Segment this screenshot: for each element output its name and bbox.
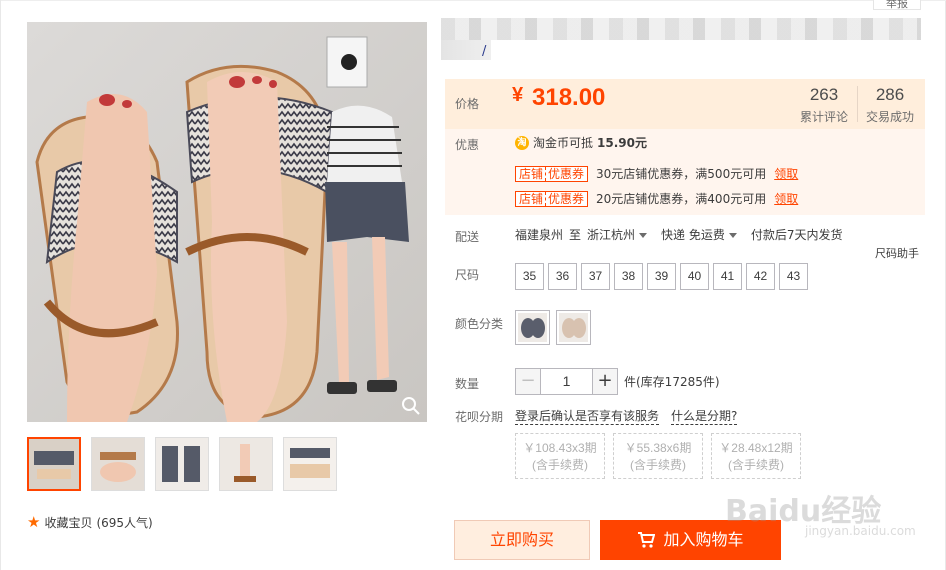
taojinbi-icon: 淘 bbox=[515, 135, 529, 150]
what-is-installment-link[interactable]: 什么是分期? bbox=[671, 407, 738, 425]
chevron-down-icon bbox=[728, 233, 737, 238]
delivery-row: 福建泉州 至 浙江杭州 快递 免运费 付款后7天内发货 bbox=[515, 226, 843, 243]
thumbnail-5[interactable] bbox=[283, 437, 337, 491]
installment-amount: ￥108.43x3期 bbox=[523, 441, 597, 455]
installment-plan[interactable]: ￥108.43x3期 (含手续费) bbox=[515, 433, 605, 479]
coin-amount: 15.90元 bbox=[597, 136, 647, 150]
coupon-row-2: 店铺 优惠券 20元店铺优惠券，满400元可用 领取 bbox=[515, 190, 798, 207]
buy-now-button[interactable]: 立即购买 bbox=[454, 520, 590, 560]
sales-label: 交易成功 bbox=[865, 110, 914, 124]
installment-plan[interactable]: ￥28.48x12期 (含手续费) bbox=[711, 433, 801, 479]
sales-stat: 286 交易成功 bbox=[863, 85, 917, 125]
thumbnail-1[interactable] bbox=[27, 437, 81, 491]
thumbnail-3[interactable] bbox=[155, 437, 209, 491]
title-fragment: / bbox=[482, 44, 487, 59]
size-label: 尺码 bbox=[455, 268, 480, 282]
coupon-text: 20元店铺优惠券，满400元可用 bbox=[596, 192, 767, 206]
ship-method: 快递 免运费 bbox=[661, 228, 725, 242]
favorite-link[interactable]: ★ 收藏宝贝 (695人气) bbox=[27, 513, 153, 531]
size-option[interactable]: 41 bbox=[713, 263, 742, 290]
main-product-image[interactable] bbox=[27, 22, 427, 422]
currency-symbol: ¥ bbox=[512, 84, 524, 106]
size-option[interactable]: 37 bbox=[581, 263, 610, 290]
thumbnail-4[interactable] bbox=[219, 437, 273, 491]
huabei-label: 花呗分期 bbox=[455, 410, 504, 424]
reviews-label: 累计评论 bbox=[799, 110, 848, 124]
ship-method-select[interactable]: 快递 免运费 bbox=[661, 226, 737, 243]
installment-plan[interactable]: ￥55.38x6期 (含手续费) bbox=[613, 433, 703, 479]
ship-to: 浙江杭州 bbox=[587, 228, 636, 242]
coupon-tag-coupon: 优惠券 bbox=[548, 166, 585, 181]
chevron-down-icon bbox=[639, 233, 648, 238]
size-option[interactable]: 39 bbox=[647, 263, 676, 290]
installment-amount: ￥55.38x6期 bbox=[624, 441, 692, 455]
increase-button[interactable]: + bbox=[592, 368, 618, 395]
top-divider bbox=[1, 0, 946, 1]
coupon-tag-shop: 店铺 bbox=[519, 191, 544, 206]
color-option-dark[interactable] bbox=[515, 310, 550, 345]
star-icon: ★ bbox=[27, 513, 41, 531]
installment-fee: (含手续费) bbox=[532, 458, 588, 472]
size-option[interactable]: 42 bbox=[746, 263, 775, 290]
size-option[interactable]: 38 bbox=[614, 263, 643, 290]
coupon-tag: 店铺 优惠券 bbox=[515, 165, 589, 182]
huabei-info: 登录后确认是否享有该服务 什么是分期? bbox=[515, 407, 738, 425]
coin-text: 淘金币可抵 bbox=[533, 136, 594, 150]
size-helper-link[interactable]: 尺码助手 bbox=[875, 245, 919, 261]
quantity-input[interactable]: 1 bbox=[541, 368, 592, 395]
size-option[interactable]: 36 bbox=[548, 263, 577, 290]
color-label: 颜色分类 bbox=[455, 317, 504, 331]
product-page: 举报 ★ 收藏宝贝 (695人气) / 价格 ¥ 318.00 263 累计评论… bbox=[0, 0, 946, 570]
installment-fee: (含手续费) bbox=[728, 458, 784, 472]
claim-coupon-link[interactable]: 领取 bbox=[774, 165, 798, 182]
ship-to-select[interactable]: 浙江杭州 bbox=[587, 226, 648, 243]
zoom-icon[interactable] bbox=[401, 396, 421, 416]
product-title-blurred bbox=[441, 18, 921, 40]
stock-info: 件(库存17285件) bbox=[624, 375, 720, 389]
color-option-light[interactable] bbox=[556, 310, 591, 345]
installment-plans: ￥108.43x3期 (含手续费) ￥55.38x6期 (含手续费) ￥28.4… bbox=[515, 433, 801, 479]
coupon-tag-coupon: 优惠券 bbox=[548, 191, 585, 206]
color-options bbox=[515, 310, 591, 345]
favorite-label: 收藏宝贝 bbox=[44, 515, 93, 530]
thumbnail-2[interactable] bbox=[91, 437, 145, 491]
delivery-label: 配送 bbox=[455, 230, 480, 244]
decrease-button[interactable]: − bbox=[515, 368, 541, 395]
size-option[interactable]: 40 bbox=[680, 263, 709, 290]
coupon-tag-shop: 店铺 bbox=[519, 166, 544, 181]
coupon-row-1: 店铺 优惠券 30元店铺优惠券，满500元可用 领取 bbox=[515, 165, 798, 182]
claim-coupon-link[interactable]: 领取 bbox=[774, 190, 798, 207]
ship-to-word: 至 bbox=[569, 228, 582, 242]
quantity-label: 数量 bbox=[455, 377, 480, 391]
watermark-logo: Baidu经验 jingyan.baidu.com bbox=[725, 486, 925, 556]
coupon-text: 30元店铺优惠券，满500元可用 bbox=[596, 167, 767, 181]
installment-amount: ￥28.48x12期 bbox=[719, 441, 793, 455]
size-options: 35 36 37 38 39 40 41 42 43 bbox=[515, 263, 808, 290]
reviews-count: 263 bbox=[809, 85, 839, 104]
report-link[interactable]: 举报 bbox=[873, 0, 921, 10]
installment-fee: (含手续费) bbox=[630, 458, 686, 472]
size-option[interactable]: 35 bbox=[515, 263, 544, 290]
reviews-stat[interactable]: 263 累计评论 bbox=[797, 85, 851, 125]
promo-label: 优惠 bbox=[455, 138, 480, 152]
watermark-url: jingyan.baidu.com bbox=[805, 524, 916, 538]
quantity-stepper: − 1 + 件(库存17285件) bbox=[515, 368, 720, 395]
cart-icon bbox=[638, 532, 656, 548]
coupon-tag: 店铺 优惠券 bbox=[515, 190, 589, 207]
size-option[interactable]: 43 bbox=[779, 263, 808, 290]
price-value: 318.00 bbox=[532, 84, 606, 111]
sales-count: 286 bbox=[875, 85, 905, 104]
favorite-count: (695人气) bbox=[96, 515, 153, 530]
price-label: 价格 bbox=[455, 97, 480, 111]
ship-time: 付款后7天内发货 bbox=[750, 228, 843, 242]
stat-divider bbox=[857, 86, 858, 122]
thumbnail-strip bbox=[27, 437, 337, 491]
ship-from: 福建泉州 bbox=[515, 228, 564, 242]
taojinbi-line: 淘 淘金币可抵 15.90元 bbox=[515, 134, 647, 151]
login-to-check-link[interactable]: 登录后确认是否享有该服务 bbox=[515, 407, 660, 425]
